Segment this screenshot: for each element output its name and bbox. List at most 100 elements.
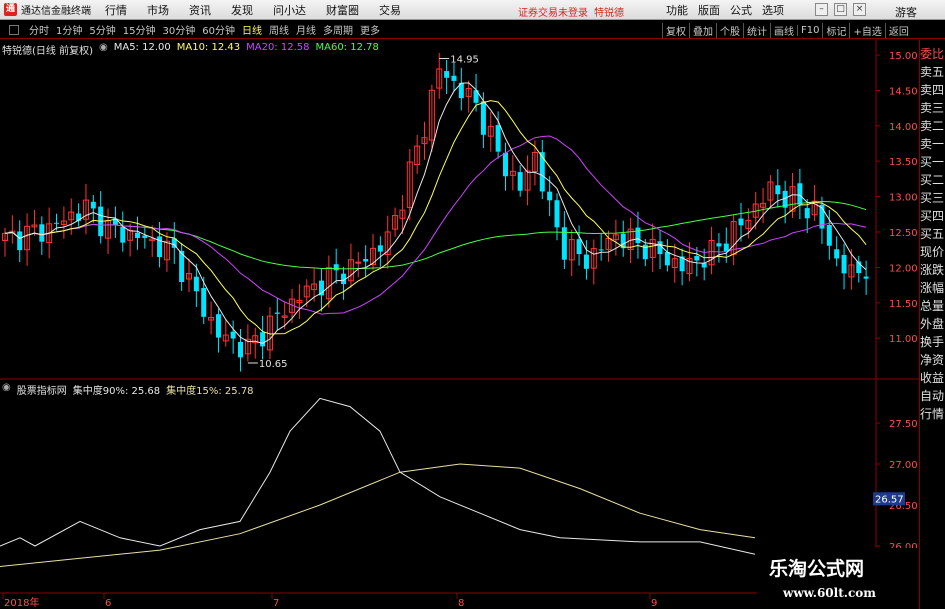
menu-news[interactable]: 资讯 xyxy=(189,2,211,18)
candle-body-down[interactable] xyxy=(583,254,589,269)
candle-body-down[interactable] xyxy=(90,201,96,209)
period-60min[interactable]: 60分钟 xyxy=(202,22,235,37)
side-commission-ratio[interactable]: 委比 xyxy=(920,46,945,62)
candle-body-down[interactable] xyxy=(834,249,840,259)
side-quotes[interactable]: 行情 xyxy=(920,406,945,422)
period-30min[interactable]: 30分钟 xyxy=(162,22,195,37)
layout-icon[interactable] xyxy=(9,24,19,35)
candle-body-down[interactable] xyxy=(694,255,700,261)
candle-body-down[interactable] xyxy=(451,75,457,81)
candle-body-down[interactable] xyxy=(554,200,560,228)
candle-body-down[interactable] xyxy=(201,288,207,317)
candle-body-down[interactable] xyxy=(120,226,126,243)
side-net-asset[interactable]: 净资 xyxy=(920,352,945,368)
side-bid3[interactable]: 买三 xyxy=(920,190,945,206)
menu-assistant[interactable]: 问小达 xyxy=(273,2,306,18)
candle-body-down[interactable] xyxy=(863,276,869,279)
period-1min[interactable]: 1分钟 xyxy=(56,22,82,37)
period-monthly[interactable]: 月线 xyxy=(296,22,316,37)
candle-body-down[interactable] xyxy=(274,312,280,314)
side-ask5[interactable]: 卖五 xyxy=(920,64,945,80)
period-tick[interactable]: 分时 xyxy=(29,22,49,37)
candle-body-down[interactable] xyxy=(377,245,383,252)
candle-body-down[interactable] xyxy=(39,224,45,242)
menu-formula[interactable]: 公式 xyxy=(730,2,752,18)
tool-stats[interactable]: 统计 xyxy=(743,22,770,38)
minimize-icon[interactable]: – xyxy=(815,3,828,16)
menu-market[interactable]: 市场 xyxy=(147,2,169,18)
tool-overlay[interactable]: 叠加 xyxy=(689,22,716,38)
side-bid4[interactable]: 买四 xyxy=(920,208,945,224)
candle-body-down[interactable] xyxy=(657,241,663,255)
period-weekly[interactable]: 周线 xyxy=(269,22,289,37)
candle-body-down[interactable] xyxy=(716,243,722,247)
tool-adjust[interactable]: 复权 xyxy=(662,22,689,38)
side-ask4[interactable]: 卖四 xyxy=(920,82,945,98)
tool-stock[interactable]: 个股 xyxy=(716,22,743,38)
menu-function[interactable]: 功能 xyxy=(666,2,688,18)
period-multi[interactable]: 多周期 xyxy=(323,22,353,37)
candle-body-down[interactable] xyxy=(480,101,486,135)
side-price[interactable]: 现价 xyxy=(920,244,945,260)
candle-body-down[interactable] xyxy=(539,152,545,192)
side-earnings[interactable]: 收益 xyxy=(920,370,945,386)
candle-body-down[interactable] xyxy=(134,232,140,238)
menu-options[interactable]: 选项 xyxy=(762,2,784,18)
indicator-settings-icon[interactable]: ◉ xyxy=(2,382,11,397)
period-more[interactable]: 更多 xyxy=(360,22,380,37)
candle-body-down[interactable] xyxy=(17,231,23,251)
candle-body-down[interactable] xyxy=(495,125,501,152)
candle-body-down[interactable] xyxy=(230,331,236,339)
period-5min[interactable]: 5分钟 xyxy=(89,22,115,37)
side-change-pct[interactable]: 涨幅 xyxy=(920,280,945,296)
candle-body-down[interactable] xyxy=(576,239,582,255)
candle-body-down[interactable] xyxy=(775,185,781,195)
candle-body-down[interactable] xyxy=(797,183,803,205)
menu-wealth-circle[interactable]: 财富圈 xyxy=(326,2,359,18)
menu-quotes[interactable]: 行情 xyxy=(105,2,127,18)
period-daily[interactable]: 日线 xyxy=(242,22,262,37)
candle-body-down[interactable] xyxy=(54,222,60,224)
side-bid1[interactable]: 买一 xyxy=(920,154,945,170)
tool-back[interactable]: 返回 xyxy=(884,22,912,38)
indicator-name[interactable]: 股票指标网 xyxy=(17,382,67,397)
candle-body-down[interactable] xyxy=(738,218,744,226)
candle-body-down[interactable] xyxy=(193,276,199,292)
guest-account[interactable]: 游客 xyxy=(895,4,917,20)
chart-canvas[interactable]: 15.00 14.50 14.00 13.50 13.00 12.50 12.00 11.50… xyxy=(0,0,945,609)
candle-body-down[interactable] xyxy=(635,227,641,244)
side-ask1[interactable]: 卖一 xyxy=(920,136,945,152)
candle-body-down[interactable] xyxy=(664,252,670,266)
candle-body-down[interactable] xyxy=(517,172,523,191)
candle-body-down[interactable] xyxy=(363,259,369,262)
candle-body-down[interactable] xyxy=(444,71,450,78)
tool-f10[interactable]: F10 xyxy=(797,24,822,36)
candle-body-down[interactable] xyxy=(502,152,508,177)
side-outer-volume[interactable]: 外盘 xyxy=(920,316,945,332)
tool-draw[interactable]: 画线 xyxy=(770,22,797,38)
candle-body-down[interactable] xyxy=(598,249,604,251)
candle-body-down[interactable] xyxy=(238,341,244,358)
side-auto[interactable]: 自动 xyxy=(920,388,945,404)
side-change[interactable]: 涨跌 xyxy=(920,262,945,278)
side-volume[interactable]: 总量 xyxy=(920,298,945,314)
maximize-icon[interactable]: □ xyxy=(834,3,847,16)
side-ask3[interactable]: 卖三 xyxy=(920,100,945,116)
candle-body-down[interactable] xyxy=(826,224,832,246)
candle-body-down[interactable] xyxy=(547,191,553,201)
menu-layout[interactable]: 版面 xyxy=(698,2,720,18)
candle-body-down[interactable] xyxy=(723,243,729,252)
candle-body-up[interactable] xyxy=(355,261,362,264)
tool-add-watchlist[interactable]: +自选 xyxy=(849,22,884,38)
menu-discover[interactable]: 发现 xyxy=(231,2,253,18)
tool-mark[interactable]: 标记 xyxy=(822,22,849,38)
candle-body-down[interactable] xyxy=(215,314,221,338)
period-15min[interactable]: 15分钟 xyxy=(123,22,156,37)
menu-trade[interactable]: 交易 xyxy=(379,2,401,18)
side-ask2[interactable]: 卖二 xyxy=(920,118,945,134)
candle-body-down[interactable] xyxy=(804,208,810,219)
candle-body-down[interactable] xyxy=(841,254,847,274)
ma-settings-icon[interactable]: ◉ xyxy=(99,42,108,57)
side-turnover[interactable]: 换手 xyxy=(920,334,945,350)
close-icon[interactable]: × xyxy=(853,3,866,16)
